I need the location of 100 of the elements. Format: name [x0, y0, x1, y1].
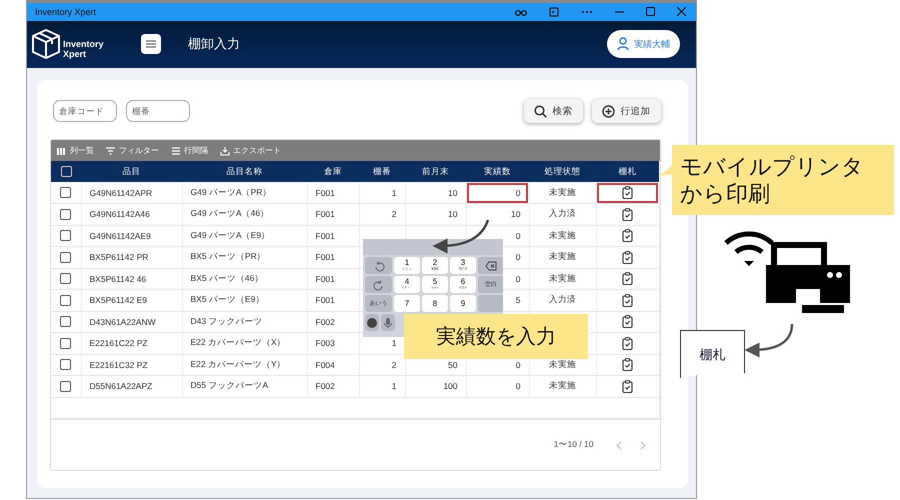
table-cell: G49 パーツA（46） — [182, 204, 307, 225]
clipboard-check-icon[interactable] — [622, 294, 633, 307]
table-cell: F001 — [307, 225, 359, 246]
table-cell: 10 — [405, 204, 466, 225]
table-cell: F001 — [307, 290, 359, 311]
table-cell: F004 — [307, 354, 359, 376]
row-checkbox[interactable] — [60, 230, 72, 242]
filter-button[interactable]: フィルター — [104, 145, 161, 156]
undo-key[interactable] — [365, 257, 392, 274]
maximize-icon[interactable] — [646, 7, 655, 16]
row-checkbox[interactable] — [60, 187, 72, 198]
digit-key[interactable]: 9 — [450, 295, 476, 312]
filter-icon — [106, 146, 116, 156]
table-cell: F001 — [307, 246, 359, 268]
table-cell: D43 フックパーツ — [182, 311, 307, 332]
logo-text: Inventory — [63, 39, 104, 50]
callout-pointer — [659, 165, 673, 177]
column-header: 品目 — [81, 161, 182, 182]
clipboard-check-icon[interactable] — [622, 336, 633, 350]
row-checkbox[interactable] — [60, 359, 72, 370]
clipboard-check-icon[interactable] — [622, 315, 633, 328]
table-cell: 未実施 — [529, 376, 596, 397]
column-header: 倉庫 — [307, 161, 359, 182]
clipboard-check-icon[interactable] — [622, 358, 633, 372]
table-cell: E22 カバーパーツ（X） — [182, 332, 307, 354]
logo-text: Xpert — [63, 49, 88, 60]
table-cell: 2 — [359, 204, 405, 225]
clipboard-check-icon[interactable] — [622, 229, 633, 242]
table-cell: BX5 パーツ（E9） — [182, 290, 307, 311]
close-icon[interactable] — [677, 7, 686, 16]
columns-button[interactable]: 列一覧 — [55, 145, 96, 156]
rows-icon — [171, 146, 181, 156]
mic-key[interactable] — [381, 314, 395, 331]
table-cell: F003 — [307, 332, 359, 354]
column-header: 棚番 — [359, 161, 405, 182]
backspace-icon — [485, 260, 497, 272]
table-cell: 100 — [405, 376, 466, 397]
clipboard-check-icon[interactable] — [622, 208, 633, 221]
app-window-icon[interactable] — [549, 6, 559, 17]
window-title: Inventory Xpert — [35, 6, 96, 17]
menu-button[interactable] — [141, 34, 161, 54]
table-cell: F001 — [307, 268, 359, 290]
column-header: 実績数 — [466, 161, 529, 182]
redo-key[interactable] — [365, 276, 392, 293]
table-cell: E22161C22 PZ — [81, 332, 182, 354]
table-cell: 10 — [405, 182, 466, 204]
select-all-checkbox[interactable] — [60, 166, 72, 178]
table-cell: G49N61142APR — [81, 182, 182, 204]
user-button[interactable]: 実績大輔 — [607, 30, 680, 58]
filter-field[interactable]: 棚番 — [126, 100, 190, 122]
table-cell: 未実施 — [529, 182, 596, 204]
digit-key[interactable]: 8 — [422, 295, 448, 312]
callout: 実績数を入力 — [404, 314, 588, 359]
row-checkbox[interactable] — [60, 294, 72, 306]
table-cell: D43N61A22ANW — [81, 311, 182, 332]
row-checkbox[interactable] — [60, 380, 72, 392]
table-cell: 入力済 — [529, 204, 596, 225]
row-checkbox[interactable] — [60, 273, 72, 284]
digit-key[interactable]: 7 — [394, 295, 420, 312]
table-cell: G49 パーツA（PR） — [182, 182, 307, 204]
row-checkbox[interactable] — [60, 316, 72, 328]
table-cell: 1 — [359, 182, 405, 204]
table-cell: G49N61142AE9 — [81, 225, 182, 246]
menu-icon[interactable] — [146, 40, 156, 48]
table-cell: F002 — [307, 311, 359, 332]
page-title: 棚卸入力 — [188, 35, 240, 54]
column-header: 品目名称 — [182, 161, 307, 182]
table-cell: E22 カバーパーツ（Y） — [182, 354, 307, 376]
table-cell: F001 — [307, 204, 359, 225]
table-cell: 未実施 — [529, 246, 596, 268]
table-cell: G49 パーツA（E9） — [182, 225, 307, 246]
density-button[interactable]: 行間隔 — [169, 145, 210, 156]
clipboard-check-icon[interactable] — [622, 186, 633, 199]
clipboard-check-icon[interactable] — [622, 380, 633, 393]
filter-field[interactable]: 倉庫コード — [53, 100, 117, 122]
table-cell: 1 — [359, 376, 405, 397]
table-cell: BX5 パーツ（PR） — [182, 246, 307, 268]
row-checkbox[interactable] — [60, 338, 72, 349]
add-row-button[interactable]: 行追加 — [592, 99, 660, 123]
plus-circle-icon — [602, 104, 614, 118]
table-cell: F001 — [307, 182, 359, 204]
table-cell: E22161C32 PZ — [81, 354, 182, 376]
search-button[interactable]: 検索 — [524, 99, 582, 123]
clipboard-check-icon[interactable] — [622, 272, 633, 286]
clipboard-check-icon[interactable] — [622, 250, 633, 264]
export-button[interactable]: エクスポート — [218, 145, 283, 156]
table-cell: D55 フックパーツA — [182, 376, 307, 397]
table-cell: 未実施 — [529, 225, 596, 246]
row-checkbox[interactable] — [60, 208, 72, 220]
box-logo-icon — [31, 28, 61, 60]
backspace-key[interactable] — [478, 257, 503, 274]
row-checkbox[interactable] — [60, 252, 72, 263]
globe-key[interactable] — [365, 314, 379, 331]
more-icon[interactable] — [581, 10, 593, 14]
callout: モバイルプリンタ から印刷 — [672, 145, 894, 215]
table-cell: BX5P61142 E9 — [81, 290, 182, 311]
binoculars-icon[interactable] — [515, 8, 527, 16]
search-icon — [534, 104, 546, 118]
table-cell: BX5P61142 PR — [81, 246, 182, 268]
table-cell: F002 — [307, 376, 359, 397]
